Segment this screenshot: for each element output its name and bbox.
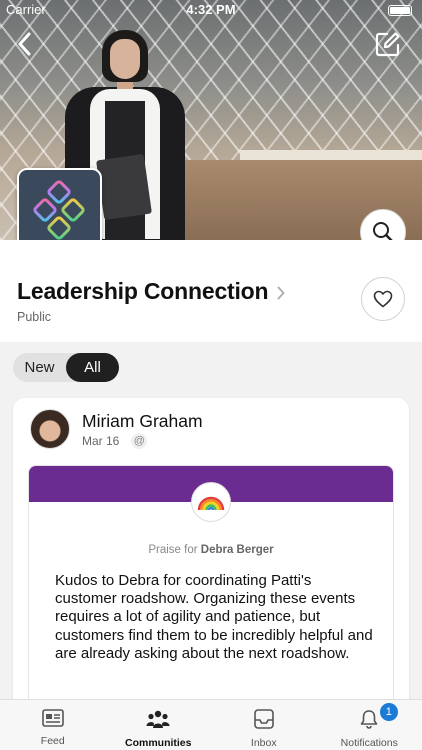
- heart-icon: [373, 290, 393, 308]
- tab-notifications[interactable]: 1 Notifications: [317, 700, 422, 750]
- filter-all[interactable]: All: [66, 353, 119, 382]
- tab-communities-label: Communities: [124, 737, 192, 749]
- mention-icon: @: [131, 433, 148, 449]
- status-time: 4:32 PM: [186, 2, 236, 17]
- community-logo-icon: [32, 179, 85, 240]
- tab-notifications-label: Notifications: [340, 737, 398, 749]
- feed-icon: [41, 709, 64, 727]
- chevron-left-icon: [18, 32, 31, 56]
- tab-bar: Feed Communities Inbox 1 Notifications: [0, 699, 422, 750]
- back-button[interactable]: [6, 26, 42, 62]
- community-title-link[interactable]: Leadership Connection: [17, 278, 285, 305]
- tab-feed[interactable]: Feed: [0, 700, 106, 750]
- tab-inbox[interactable]: Inbox: [211, 700, 317, 750]
- inbox-icon: [253, 709, 274, 729]
- chevron-right-icon: [277, 286, 285, 299]
- community-privacy: Public: [17, 310, 52, 324]
- bell-icon: [360, 710, 378, 729]
- praise-badge: [191, 482, 231, 522]
- post-meta: Mar 16 @: [82, 433, 148, 449]
- compose-icon: [375, 32, 400, 57]
- filter-new[interactable]: New: [13, 353, 66, 382]
- avatar[interactable]: [30, 409, 70, 449]
- tab-inbox-label: Inbox: [250, 737, 277, 749]
- community-title: Leadership Connection: [17, 278, 269, 304]
- tab-communities[interactable]: Communities: [106, 700, 212, 750]
- notifications-badge: 1: [379, 703, 398, 721]
- praise-recipient[interactable]: Debra Berger: [201, 544, 274, 556]
- praise-recipient-line: Praise for Debra Berger: [29, 544, 393, 556]
- favorite-button[interactable]: [361, 277, 405, 321]
- feed-filter-toggle: New All: [13, 353, 119, 382]
- rainbow-icon: [197, 496, 225, 511]
- compose-button[interactable]: [370, 26, 406, 62]
- community-header: Leadership Connection Public: [0, 240, 422, 342]
- communities-icon: [146, 710, 170, 728]
- battery-icon: [388, 5, 412, 16]
- post-date: Mar 16: [82, 434, 120, 448]
- status-bar: Carrier 4:32 PM: [0, 0, 422, 22]
- post-author[interactable]: Miriam Graham: [82, 411, 203, 432]
- praise-label: Praise for: [148, 544, 198, 556]
- praise-message: Kudos to Debra for coordinating Patti's …: [55, 572, 373, 662]
- praise-card[interactable]: Praise for Debra Berger Kudos to Debra f…: [28, 465, 394, 718]
- post-card[interactable]: Miriam Graham Mar 16 @ Praise for Debra …: [13, 398, 409, 718]
- tab-feed-label: Feed: [40, 735, 65, 747]
